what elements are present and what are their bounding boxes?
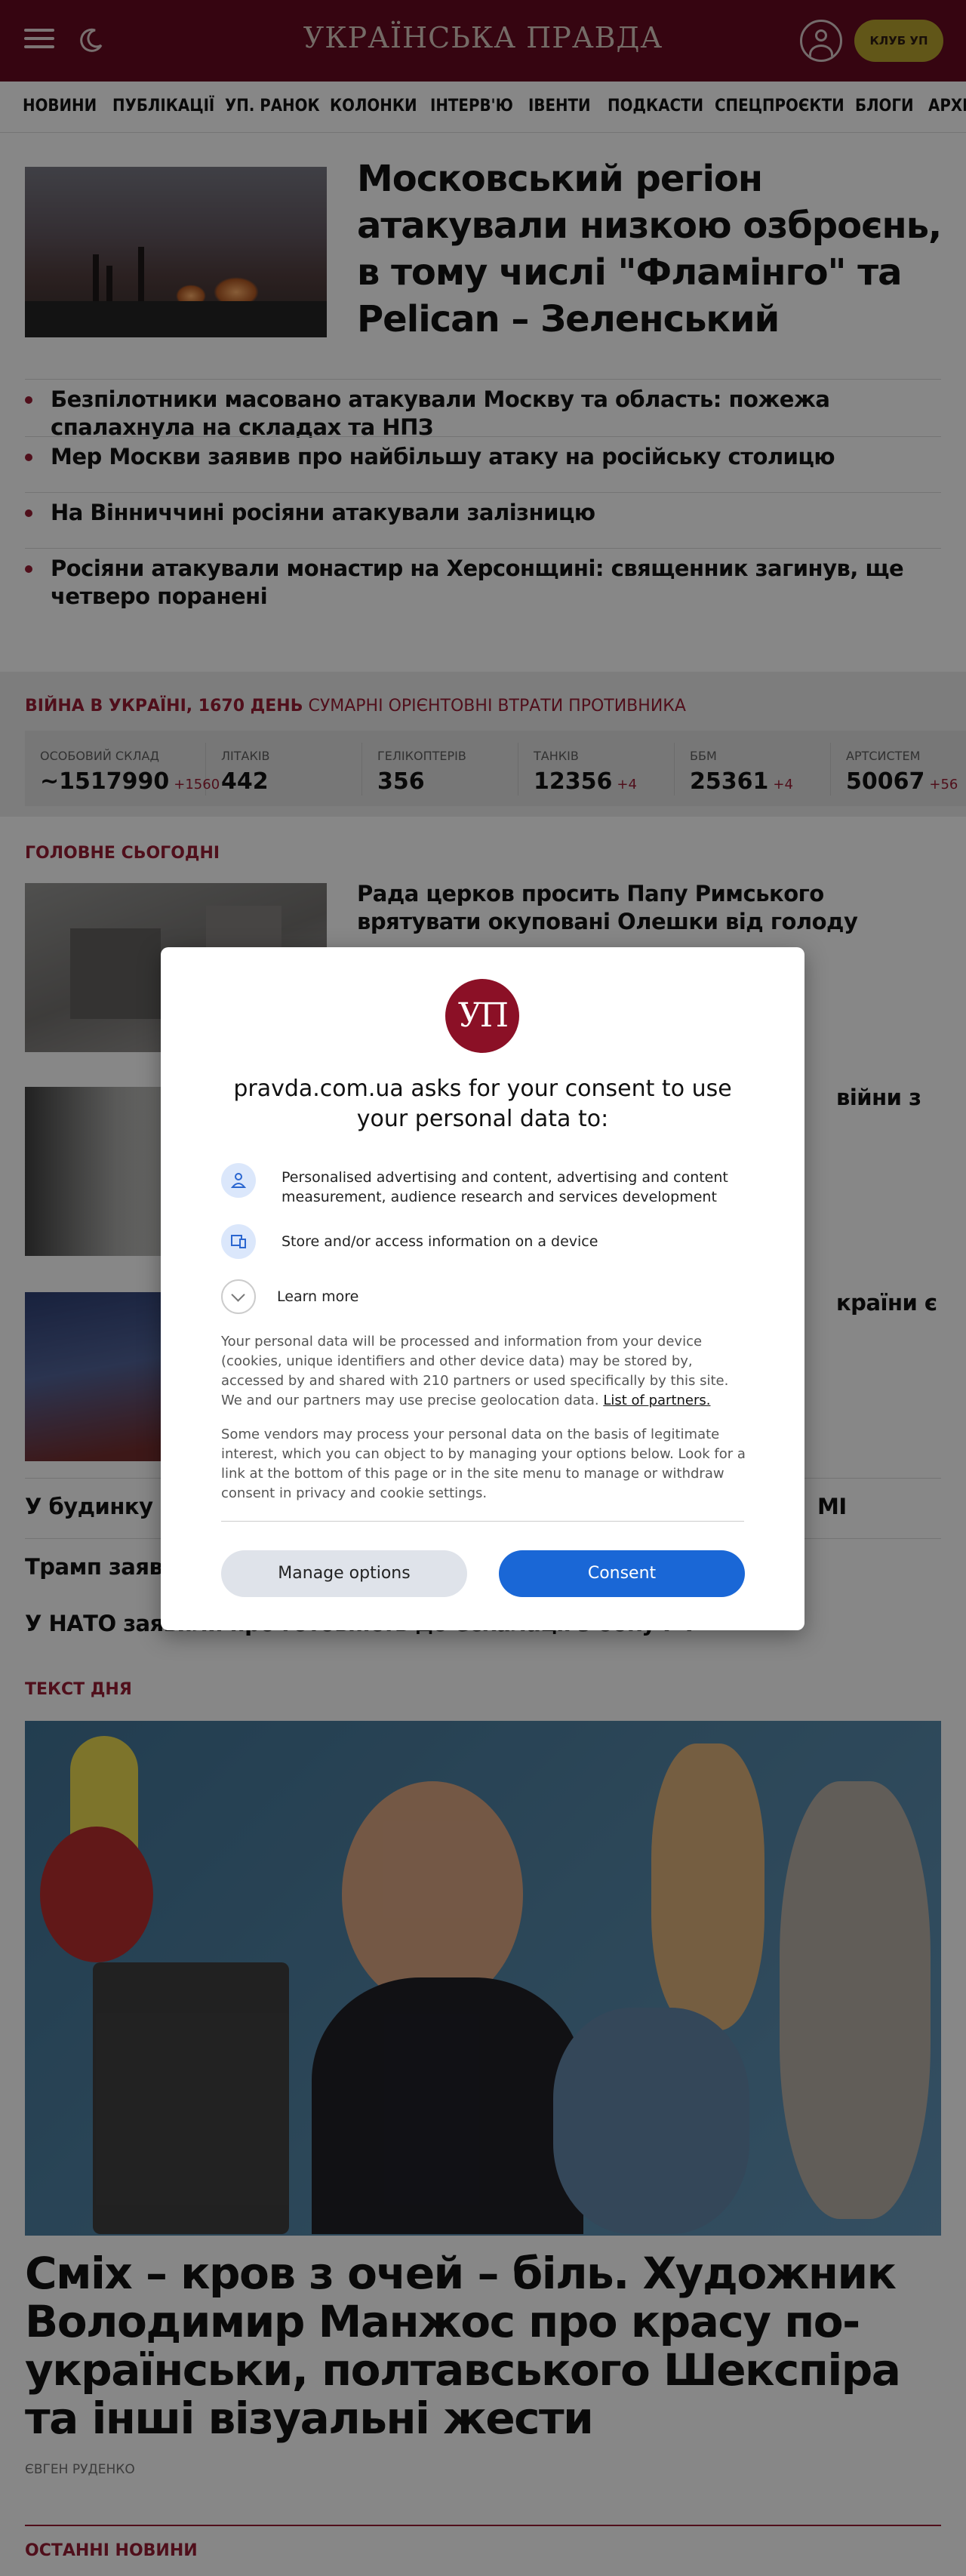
consent-title: pravda.com.ua asks for your consent to u…	[233, 1076, 732, 1132]
learn-more-toggle[interactable]: Learn more	[277, 1288, 358, 1305]
person-icon	[221, 1163, 256, 1198]
chevron-down-icon[interactable]	[221, 1279, 256, 1314]
purpose-item: Store and/or access information on a dev…	[221, 1224, 749, 1262]
consent-body: Your personal data will be processed and…	[221, 1334, 729, 1408]
divider	[221, 1521, 744, 1522]
device-icon	[221, 1224, 256, 1259]
purpose-item: Personalised advertising and content, ad…	[221, 1163, 749, 1208]
consent-button[interactable]: Consent	[499, 1550, 745, 1597]
consent-dialog: УП pravda.com.ua asks for your consent t…	[161, 947, 804, 1630]
site-logo-badge: УП	[445, 979, 519, 1053]
consent-body-legit: Some vendors may process your personal d…	[221, 1426, 746, 1501]
partners-link[interactable]: List of partners.	[603, 1393, 710, 1408]
manage-options-button[interactable]: Manage options	[221, 1550, 467, 1597]
